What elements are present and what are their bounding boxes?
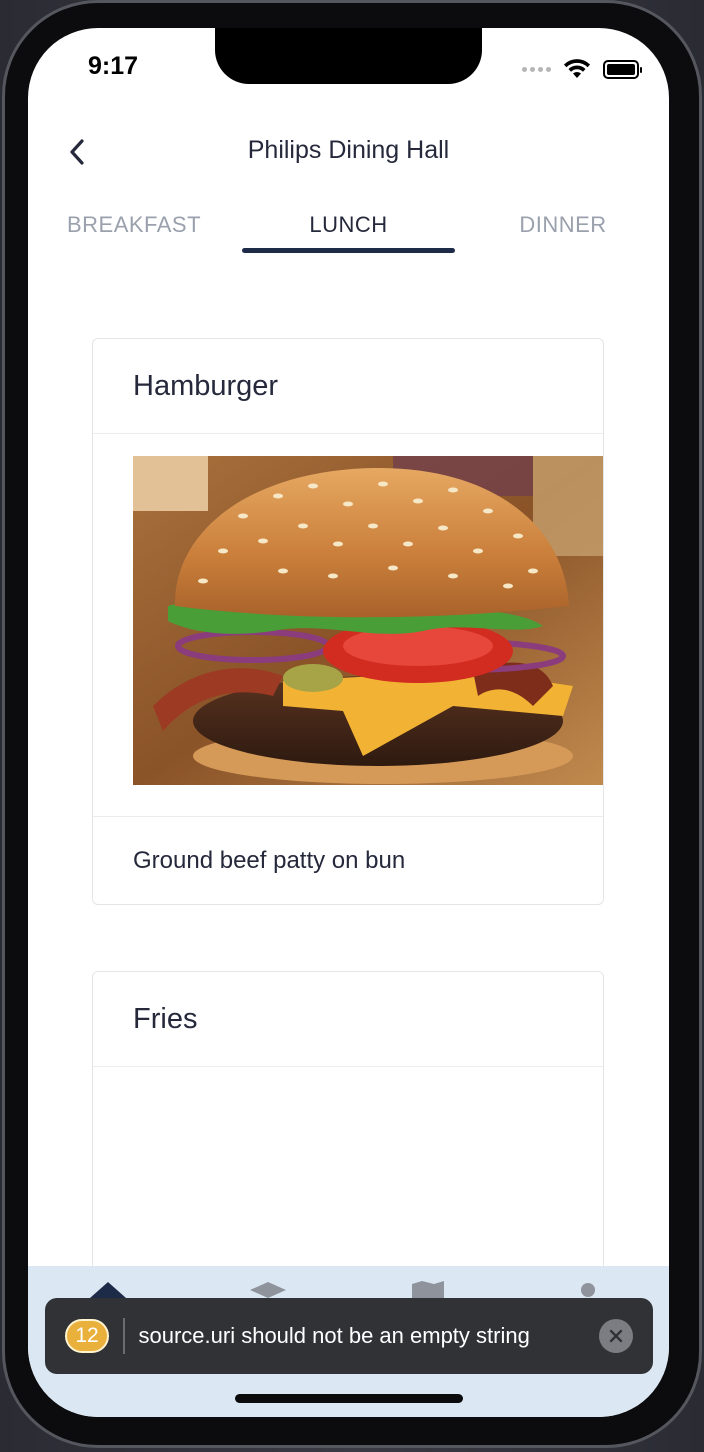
status-icons — [522, 58, 642, 80]
menu-item-card[interactable]: Hamburger Ground beef patty on bun — [92, 338, 604, 905]
page-title: Philips Dining Hall — [247, 136, 450, 164]
profile-icon[interactable] — [578, 1280, 598, 1300]
home-indicator[interactable] — [235, 1394, 463, 1403]
battery-icon — [603, 59, 642, 79]
tab-breakfast[interactable]: BREAKFAST — [54, 212, 214, 238]
menu-item-image-area — [93, 434, 603, 817]
toast-message: source.uri should not be an empty string — [138, 1323, 530, 1348]
active-tab-indicator — [242, 248, 455, 253]
toast-divider — [123, 1318, 125, 1354]
tab-dinner[interactable]: DINNER — [498, 212, 628, 238]
meal-tabs: BREAKFAST LUNCH DINNER — [28, 208, 669, 258]
hamburger-photo — [133, 456, 603, 785]
menu-item-name: Hamburger — [93, 339, 603, 434]
graduation-cap-icon[interactable] — [248, 1280, 288, 1300]
device-notch — [215, 28, 482, 84]
toast-close-button[interactable] — [599, 1319, 633, 1353]
app-screen: 9:17 Philips Dining Hall BREAKFAST LUNCH… — [28, 28, 669, 1417]
home-icon[interactable] — [88, 1280, 128, 1300]
map-icon[interactable] — [410, 1280, 446, 1300]
error-count-badge: 12 — [65, 1319, 109, 1353]
cellular-signal-icon — [522, 66, 551, 72]
tab-lunch[interactable]: LUNCH — [242, 212, 455, 238]
menu-item-description: Ground beef patty on bun — [133, 846, 406, 874]
menu-item-name: Fries — [93, 972, 603, 1067]
error-toast[interactable]: 12 source.uri should not be an empty str… — [45, 1298, 653, 1374]
status-time: 9:17 — [88, 52, 139, 80]
wifi-icon — [564, 59, 590, 78]
close-icon — [609, 1329, 623, 1343]
